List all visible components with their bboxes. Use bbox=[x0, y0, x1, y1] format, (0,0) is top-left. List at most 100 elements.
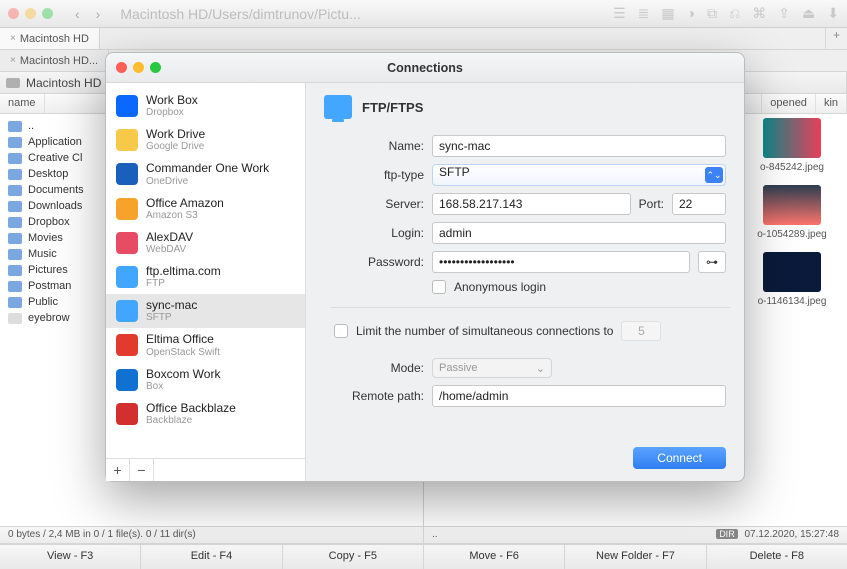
remove-connection-button[interactable]: − bbox=[130, 459, 154, 481]
dialog-minimize-icon[interactable] bbox=[133, 62, 144, 73]
mode-value: Passive bbox=[439, 362, 478, 374]
limit-checkbox[interactable] bbox=[334, 324, 348, 338]
processes-icon[interactable]: ⎌ bbox=[729, 5, 740, 22]
connection-item[interactable]: ftp.eltima.comFTP bbox=[106, 260, 305, 294]
connection-item[interactable]: Work BoxDropbox bbox=[106, 89, 305, 123]
file-name: Downloads bbox=[28, 200, 82, 212]
close-tab-icon[interactable]: × bbox=[10, 55, 16, 66]
ftp-type-select[interactable]: SFTP ⌃⌄ bbox=[432, 164, 726, 186]
connection-name: Eltima Office bbox=[146, 333, 220, 346]
connection-list[interactable]: Work BoxDropboxWork DriveGoogle DriveCom… bbox=[106, 83, 305, 458]
add-connection-button[interactable]: + bbox=[106, 459, 130, 481]
connection-item[interactable]: Boxcom WorkBox bbox=[106, 363, 305, 397]
nav-back-icon[interactable]: ‹ bbox=[71, 6, 84, 22]
connection-icon bbox=[116, 369, 138, 391]
view-columns-icon[interactable]: ≣ bbox=[638, 5, 650, 22]
status-right: .. DIR 07.12.2020, 15:27:48 bbox=[424, 527, 847, 543]
view-grid-icon[interactable]: ▦ bbox=[661, 5, 674, 22]
connection-subtype: WebDAV bbox=[146, 244, 193, 255]
connection-add-remove: + − bbox=[106, 458, 305, 481]
archive-icon[interactable]: ⇪ bbox=[778, 5, 790, 22]
minimize-window-icon[interactable] bbox=[25, 8, 36, 19]
connection-icon bbox=[116, 334, 138, 356]
ftp-type-value: SFTP bbox=[439, 165, 470, 179]
name-input[interactable] bbox=[432, 135, 726, 157]
reveal-password-button[interactable]: ⊶ bbox=[698, 251, 726, 273]
folder-icon bbox=[8, 137, 22, 148]
folder-icon bbox=[8, 265, 22, 276]
label-name: Name: bbox=[334, 139, 424, 153]
left-tab-0[interactable]: × Macintosh HD bbox=[0, 28, 100, 49]
close-window-icon[interactable] bbox=[8, 8, 19, 19]
thumbnail-item[interactable]: o-1054289.jpeg bbox=[737, 181, 847, 240]
add-tab-button[interactable]: + bbox=[825, 28, 847, 49]
drive-icon bbox=[6, 78, 20, 88]
footer-action[interactable]: Move - F6 bbox=[424, 545, 565, 569]
col-name[interactable]: name bbox=[0, 94, 45, 113]
connection-name: Boxcom Work bbox=[146, 368, 220, 381]
login-input[interactable] bbox=[432, 222, 726, 244]
thumbnail-image bbox=[763, 252, 821, 292]
zoom-window-icon[interactable] bbox=[42, 8, 53, 19]
thumbnail-item[interactable]: o-1146134.jpeg bbox=[737, 248, 847, 307]
footer-action[interactable]: New Folder - F7 bbox=[565, 545, 706, 569]
file-name: Desktop bbox=[28, 168, 68, 180]
connect-button[interactable]: Connect bbox=[633, 447, 726, 469]
connection-subtype: FTP bbox=[146, 278, 221, 289]
label-ftp-type: ftp-type bbox=[334, 168, 424, 182]
anonymous-checkbox[interactable] bbox=[432, 280, 446, 294]
mount-icon[interactable]: ⏏ bbox=[802, 5, 815, 22]
folder-icon bbox=[8, 169, 22, 180]
dialog-close-icon[interactable] bbox=[116, 62, 127, 73]
file-name: Documents bbox=[28, 184, 84, 196]
connection-item[interactable]: Commander One WorkOneDrive bbox=[106, 157, 305, 191]
connection-item[interactable]: Office BackblazeBackblaze bbox=[106, 397, 305, 431]
folder-icon bbox=[8, 153, 22, 164]
view-list-icon[interactable]: ☰ bbox=[613, 5, 626, 22]
port-input[interactable] bbox=[672, 193, 726, 215]
folder-icon bbox=[8, 249, 22, 260]
dialog-zoom-icon[interactable] bbox=[150, 62, 161, 73]
close-tab-icon[interactable]: × bbox=[10, 33, 16, 44]
footer-action[interactable]: Copy - F5 bbox=[283, 545, 424, 569]
connections-dialog: Connections Work BoxDropboxWork DriveGoo… bbox=[105, 52, 745, 482]
connection-subtype: Google Drive bbox=[146, 141, 205, 152]
status-bar: 0 bytes / 2,4 MB in 0 / 1 file(s). 0 / 1… bbox=[0, 526, 847, 544]
connection-item[interactable]: Eltima OfficeOpenStack Swift bbox=[106, 328, 305, 362]
hidden-toggle-icon[interactable]: ◑ bbox=[687, 5, 695, 22]
dialog-traffic-lights[interactable] bbox=[116, 62, 161, 73]
thumbnail-item[interactable]: o-845242.jpeg bbox=[737, 114, 847, 173]
thumbnail-caption: o-1054289.jpeg bbox=[755, 229, 829, 240]
file-name: Music bbox=[28, 248, 57, 260]
connection-item[interactable]: sync-macSFTP bbox=[106, 294, 305, 328]
thumbnail-image bbox=[763, 118, 821, 158]
connection-item[interactable]: AlexDAVWebDAV bbox=[106, 226, 305, 260]
password-input[interactable] bbox=[432, 251, 690, 273]
right-file-list[interactable]: o-845242.jpeg o-1054289.jpeg o-1146134.jpe… bbox=[737, 114, 847, 315]
col-opened[interactable]: opened bbox=[762, 94, 816, 113]
dir-badge: DIR bbox=[716, 529, 738, 539]
path-title: Macintosh HD/Users/dimtrunov/Pictu... bbox=[120, 6, 360, 22]
terminal-icon[interactable]: ⌘ bbox=[752, 5, 766, 22]
footer-action[interactable]: Delete - F8 bbox=[707, 545, 847, 569]
status-left: 0 bytes / 2,4 MB in 0 / 1 file(s). 0 / 1… bbox=[0, 527, 424, 543]
connection-icon bbox=[116, 232, 138, 254]
queue-icon[interactable]: ⧉ bbox=[707, 5, 717, 22]
connection-item[interactable]: Office AmazonAmazon S3 bbox=[106, 192, 305, 226]
download-icon[interactable]: ⬇ bbox=[827, 5, 839, 22]
remote-path-input[interactable] bbox=[432, 385, 726, 407]
label-limit: Limit the number of simultaneous connect… bbox=[356, 324, 613, 338]
footer-action[interactable]: Edit - F4 bbox=[141, 545, 282, 569]
left-tab-1[interactable]: × Macintosh HD... bbox=[0, 50, 109, 71]
connection-subtype: SFTP bbox=[146, 312, 197, 323]
window-traffic-lights[interactable] bbox=[8, 8, 53, 19]
connection-subtype: Amazon S3 bbox=[146, 210, 224, 221]
footer-action[interactable]: View - F3 bbox=[0, 545, 141, 569]
server-input[interactable] bbox=[432, 193, 631, 215]
file-name: Postman bbox=[28, 280, 71, 292]
folder-icon bbox=[8, 297, 22, 308]
nav-forward-icon[interactable]: › bbox=[92, 6, 105, 22]
connection-item[interactable]: Work DriveGoogle Drive bbox=[106, 123, 305, 157]
col-kind[interactable]: kin bbox=[816, 94, 847, 113]
connection-subtype: OpenStack Swift bbox=[146, 347, 220, 358]
